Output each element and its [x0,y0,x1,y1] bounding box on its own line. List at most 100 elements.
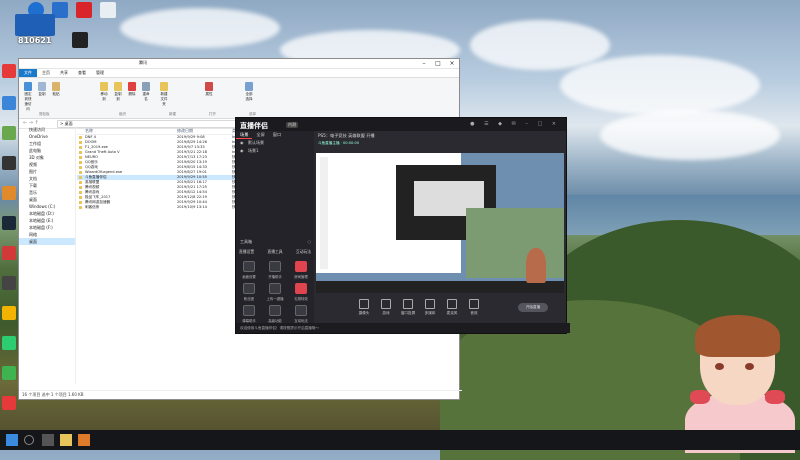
nav-item[interactable]: OneDrive [19,133,75,140]
tab-scene[interactable]: 场景 [236,131,253,139]
tool-button[interactable]: 互动玩法 [288,305,314,323]
tool-button[interactable]: 房间管理 [288,261,314,279]
pin-button[interactable]: 固定到快速访问 [23,82,33,112]
nav-item[interactable]: Windows (C:) [19,203,75,210]
media-control[interactable]: 多媒体 [420,299,440,316]
tool-tab[interactable]: 直播工具 [267,249,282,255]
taskbar [0,430,800,450]
nav-item[interactable]: 快速访问 [19,126,75,133]
maximize-button[interactable]: □ [431,59,445,68]
epic-games-icon[interactable] [72,32,88,48]
tab-file[interactable]: 文件 [19,69,37,77]
paste-button[interactable]: 粘贴 [51,82,61,97]
nav-item[interactable]: 文档 [19,175,75,182]
nav-item[interactable]: 图片 [19,168,75,175]
copy-to-button[interactable]: 复制到 [113,82,123,102]
tab-window[interactable]: 窗口 [269,131,285,139]
new-folder-button[interactable]: 新建文件夹 [159,82,169,107]
scene-item[interactable]: ◉ 场景1 [236,147,314,155]
nav-item[interactable]: 音乐 [19,189,75,196]
minimize-button[interactable]: – [417,59,431,68]
preview-landscape [466,208,564,278]
file-date: 2019/7/13 17:23 [177,155,207,159]
tool-button[interactable]: 画面设置 [236,261,262,279]
app-icon[interactable] [2,156,16,170]
stream-window-controls[interactable]: ● ☰ ◆ ✉ – □ × [470,121,560,127]
move-to-button[interactable]: 移动到 [99,82,109,102]
copy-button[interactable]: 复制 [37,82,47,97]
eye-icon[interactable]: ◉ [240,147,244,155]
stream-preview[interactable] [316,153,564,293]
tool-tab[interactable]: 互动玩法 [296,249,311,255]
nav-item[interactable]: 网络 [19,231,75,238]
rename-button[interactable]: 重命名 [141,82,151,102]
file-date: 2019/9/29 10:55 [177,175,207,179]
nav-item[interactable]: 此电脑 [19,147,75,154]
nav-item[interactable]: 桌面 [19,238,75,245]
app-icon[interactable] [2,186,16,200]
app-icon[interactable] [78,434,90,446]
tool-button[interactable]: 弹幕助手 [236,305,262,323]
nav-item[interactable]: 下载 [19,182,75,189]
nav-item[interactable]: 本地磁盘 (F:) [19,224,75,231]
app-icon[interactable] [2,306,16,320]
tab-home[interactable]: 主页 [37,69,55,77]
mic-control[interactable]: 麦克风 [442,299,462,316]
task-view-icon[interactable] [42,434,54,446]
nav-item[interactable]: 本地磁盘 (E:) [19,217,75,224]
camera-control[interactable]: 摄像头 [354,299,374,316]
tool-button[interactable]: 礼物特效 [288,283,314,301]
file-name: 刺客信条 [85,205,100,209]
tool-button[interactable]: 上传一键播 [262,283,288,301]
file-date: 2019/5/21 22:18 [177,150,207,154]
start-live-button[interactable]: 开始直播 [518,303,548,312]
column-name[interactable]: 名称 [85,128,93,134]
tab-share[interactable]: 共享 [55,69,73,77]
app-icon[interactable] [2,64,16,78]
column-date[interactable]: 修改日期 [177,128,193,134]
file-icon [79,171,82,174]
nav-item[interactable]: 本地磁盘 (D:) [19,210,75,217]
properties-button[interactable]: 属性 [204,82,214,97]
app-icon[interactable] [2,246,16,260]
app-icon[interactable] [76,2,92,18]
delete-button[interactable]: 删除 [127,82,137,97]
tool-tab[interactable]: 直播设置 [239,249,254,255]
tab-fullscreen[interactable]: 全屏 [252,131,268,139]
app-icon[interactable] [2,336,16,350]
app-icon[interactable] [2,366,16,380]
explorer-titlebar: 腾讯 – □ × [19,59,459,69]
search-icon[interactable] [24,435,34,445]
nav-item[interactable]: 工作组 [19,140,75,147]
nav-item[interactable]: 桌面 [19,196,75,203]
select-all-button[interactable]: 全部选择 [244,82,254,102]
toolbox-toggle-icon[interactable]: ○ [308,239,312,244]
nav-item[interactable]: 视频 [19,161,75,168]
document-icon[interactable] [100,2,116,18]
tool-button[interactable]: 高级功能 [262,305,288,323]
tab-manage[interactable]: 管理 [91,69,109,77]
nav-item[interactable]: 3D 对象 [19,154,75,161]
windows-start-icon[interactable] [6,434,18,446]
app-icon[interactable] [2,126,16,140]
window-control[interactable]: 窗口投屏 [398,299,418,316]
app-icon[interactable] [2,396,16,410]
folder-icon[interactable] [60,434,72,446]
file-date: 2019/8/27 19:01 [177,170,207,174]
tab-view[interactable]: 查看 [73,69,91,77]
file-icon [79,136,82,139]
game-control[interactable]: 游戏 [376,299,396,316]
app-icon[interactable] [2,96,16,110]
scene-item[interactable]: ◉ 默认场景 [236,139,314,147]
eye-icon[interactable]: ◉ [240,139,244,147]
tool-button[interactable]: 开播助手 [262,261,288,279]
brand-number: 810621 [18,36,52,45]
file-name: F1_2019.exe [85,145,108,149]
file-icon [79,146,82,149]
steam-icon[interactable] [2,216,16,230]
sound-control[interactable]: 音效 [464,299,484,316]
app-icon[interactable] [2,276,16,290]
tool-button[interactable]: 粉丝团 [236,283,262,301]
ribbon: 固定到快速访问 复制 粘贴 移动到 复制到 删除 重命名 新建文件夹 属性 全部… [19,78,459,119]
close-button[interactable]: × [445,59,459,68]
